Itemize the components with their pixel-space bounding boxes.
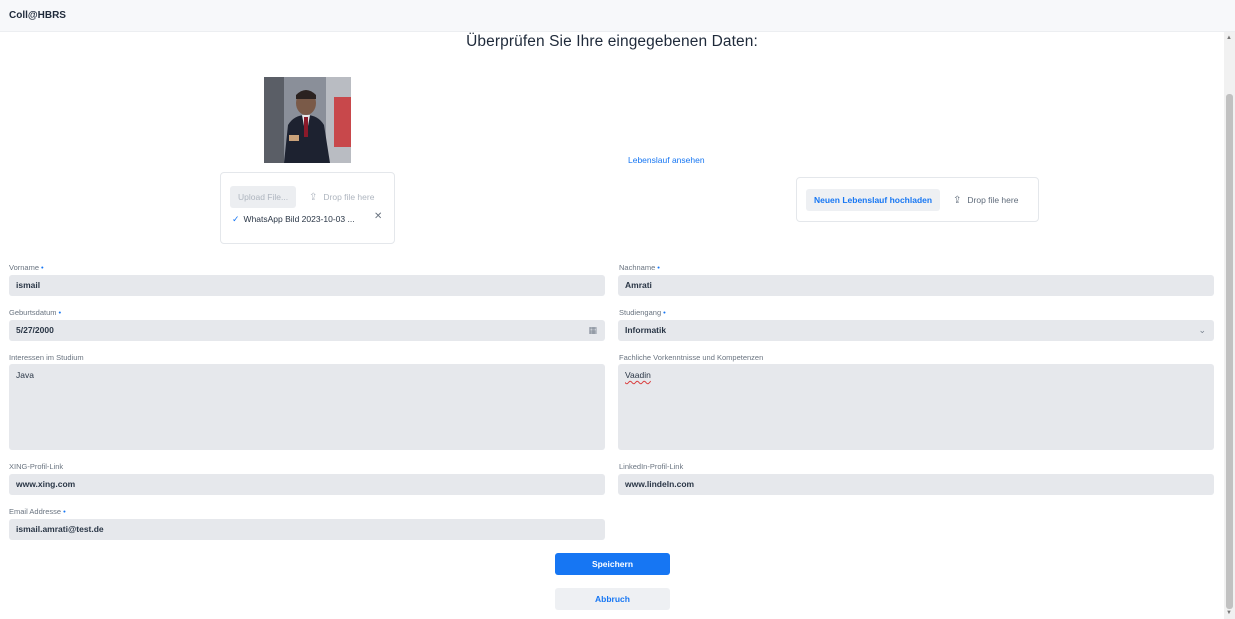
xing-field[interactable]: www.xing.com [9, 474, 605, 495]
upload-icon: ⇪ [953, 195, 962, 206]
upload-icon: ⇪ [309, 192, 318, 203]
cv-drop-hint: ⇪ Drop file here [953, 189, 1018, 212]
vorkenntnisse-label: Fachliche Vorkenntnisse und Kompetenzen [619, 353, 764, 362]
cv-upload: Neuen Lebenslauf hochladen ⇪ Drop file he… [796, 177, 1039, 222]
nachname-field[interactable]: Amrati [618, 275, 1214, 296]
linkedin-field[interactable]: www.lindeln.com [618, 474, 1214, 495]
view-cv-link[interactable]: Lebenslauf ansehen [628, 155, 705, 165]
scroll-down-icon[interactable]: ▼ [1226, 610, 1232, 616]
cancel-button[interactable]: Abbruch [555, 588, 670, 610]
vorkenntnisse-value: Vaadin [625, 370, 651, 380]
top-bar: Coll@HBRS [0, 0, 1235, 32]
uploaded-file-name: WhatsApp Bild 2023-10-03 ... [243, 214, 355, 224]
vorkenntnisse-textarea[interactable]: Vaadin [618, 364, 1214, 450]
photo-drop-label: Drop file here [323, 192, 375, 202]
email-label: Email Addresse • [9, 507, 66, 516]
cv-drop-label: Drop file here [967, 195, 1019, 205]
upload-file-button[interactable]: Upload File... [230, 186, 297, 208]
scroll-up-icon[interactable]: ▲ [1226, 35, 1232, 41]
save-button[interactable]: Speichern [555, 553, 670, 575]
scrollbar[interactable]: ▲ ▼ [1224, 32, 1235, 619]
upload-cv-button[interactable]: Neuen Lebenslauf hochladen [806, 189, 941, 211]
studiengang-label: Studiengang • [619, 308, 666, 317]
photo-upload: Upload File... ⇪ Drop file here ✓ WhatsApp… [220, 172, 395, 244]
scroll-thumb[interactable] [1226, 94, 1233, 609]
xing-label: XING-Profil-Link [9, 462, 64, 471]
page-title: Überprüfen Sie Ihre eingegebenen Daten: [466, 33, 758, 50]
interessen-label: Interessen im Studium [9, 353, 84, 362]
geburtsdatum-value: 5/27/2000 [16, 325, 54, 335]
vorname-field[interactable]: ismail [9, 275, 605, 296]
email-field[interactable]: ismail.amrati@test.de [9, 519, 605, 540]
remove-file-icon[interactable]: ✕ [374, 211, 382, 222]
vorname-label: Vorname • [9, 263, 44, 272]
studiengang-value: Informatik [625, 325, 667, 335]
geburtsdatum-field[interactable]: 5/27/2000 ▦ [9, 320, 605, 341]
photo-drop-hint: ⇪ Drop file here [309, 186, 374, 209]
app-title: Coll@HBRS [9, 10, 66, 21]
geburtsdatum-label: Geburtsdatum • [9, 308, 62, 317]
profile-photo [264, 77, 351, 163]
uploaded-file-item: ✓ WhatsApp Bild 2023-10-03 ... [232, 214, 355, 225]
nachname-label: Nachname • [619, 263, 660, 272]
linkedin-label: LinkedIn-Profil-Link [619, 462, 684, 471]
interessen-textarea[interactable]: Java [9, 364, 605, 450]
studiengang-select[interactable]: Informatik ⌄ [618, 320, 1214, 341]
chevron-down-icon[interactable]: ⌄ [1198, 320, 1206, 341]
check-icon: ✓ [232, 214, 240, 224]
calendar-icon[interactable]: ▦ [588, 320, 597, 341]
